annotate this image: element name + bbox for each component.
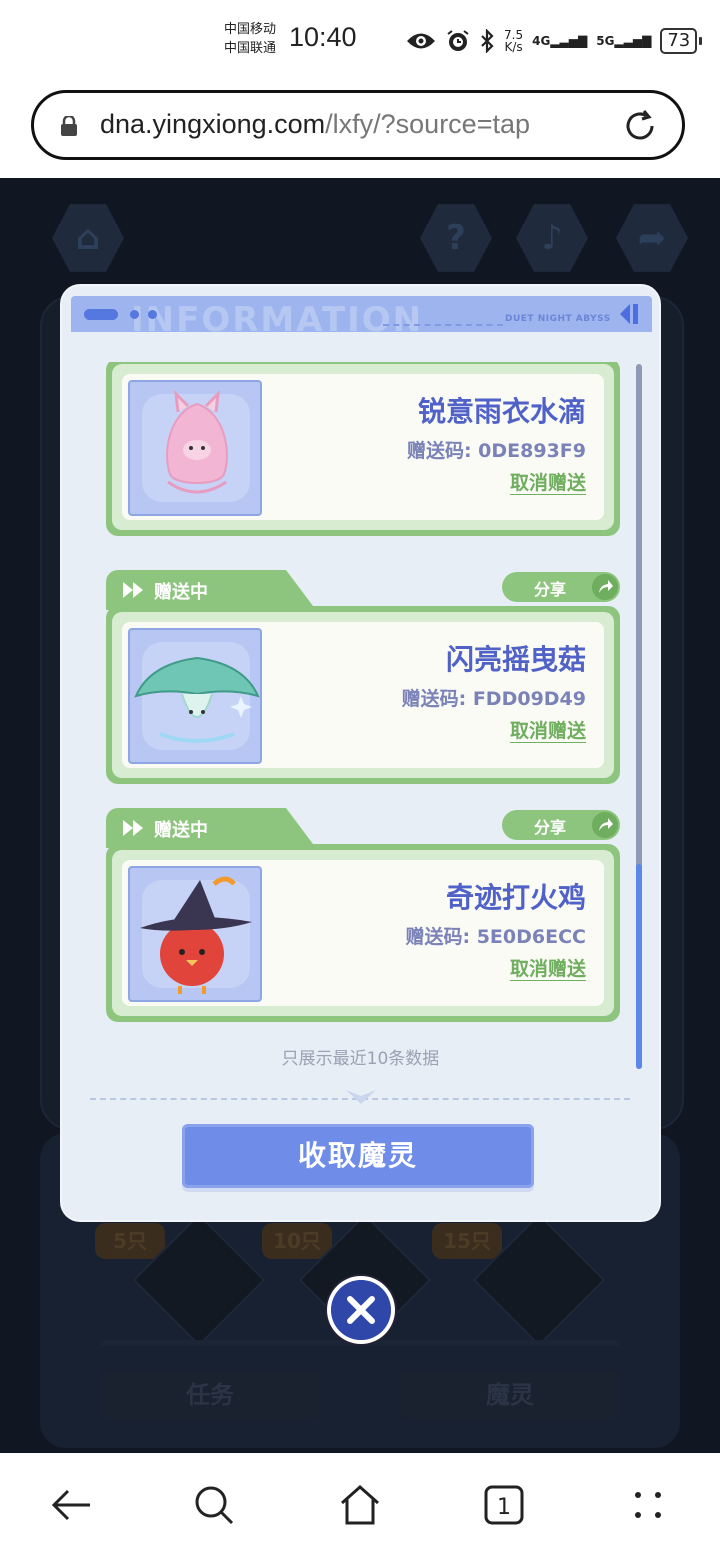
fire-chicken-spirit-image — [140, 876, 252, 994]
url-text[interactable]: dna.yingxiong.com/lxfy/?source=tap — [100, 109, 530, 140]
gift-status: 赠送中 — [154, 582, 208, 603]
milestone-badge: 10只 — [262, 1223, 332, 1259]
gift-name: 锐意雨衣水滴 — [417, 395, 586, 428]
progress-track — [100, 1340, 620, 1346]
tab-spirit: 魔灵 — [400, 1370, 620, 1420]
gift-code: 赠送码: 0DE893F9 — [406, 440, 586, 462]
header-dashes — [383, 324, 503, 326]
home-icon[interactable] — [338, 1483, 382, 1527]
svg-text:1: 1 — [497, 1495, 511, 1520]
music-icon[interactable]: ♪ — [516, 204, 588, 272]
tabs-icon[interactable]: 1 — [482, 1483, 526, 1527]
scrollbar[interactable] — [636, 364, 642, 1069]
browser-bottom-nav: 1 — [0, 1453, 720, 1559]
network-speed: 7.5 K/s — [504, 28, 524, 54]
modal-header: INFORMATION DUET NIGHT ABYSS — [71, 296, 652, 332]
signal-4g: 4G▂▃▅▇ — [532, 34, 588, 48]
game-page: ⌂ ? ♪ ➦ 5只 10只 15只 任务 魔灵 INFORMATION DUE… — [0, 178, 720, 1453]
gift-thumbnail — [128, 866, 262, 1002]
mushroom-spirit-image — [134, 656, 260, 743]
home-icon[interactable]: ⌂ — [52, 204, 124, 272]
gift-card-body: 锐意雨衣水滴 赠送码: 0DE893F9 取消赠送 — [106, 362, 620, 536]
share-button[interactable]: 分享 — [502, 810, 620, 840]
fast-forward-icon — [123, 820, 143, 836]
status-bar: 中国移动 中国联通 10:40 7.5 K/s 4G▂▃▅▇ 5G▂▃▅▇ 73 — [0, 0, 720, 80]
gift-card-body: 闪亮摇曳菇 赠送码: FDD09D49 取消赠送 — [106, 606, 620, 784]
chevron-down-icon — [346, 1090, 376, 1104]
tab-task: 任务 — [100, 1370, 320, 1420]
clock: 10:40 — [289, 22, 357, 52]
gift-name: 奇迹打火鸡 — [445, 881, 586, 914]
header-brand: DUET NIGHT ABYSS — [505, 314, 611, 324]
help-icon[interactable]: ? — [420, 204, 492, 272]
header-dot — [130, 310, 139, 319]
carrier-2: 中国联通 — [224, 41, 277, 56]
share-arrow-icon — [592, 574, 618, 600]
header-watermark: INFORMATION — [131, 300, 424, 332]
gift-thumbnail — [128, 380, 262, 516]
gift-status: 赠送中 — [154, 820, 208, 841]
cancel-gift-link[interactable]: 取消赠送 — [510, 716, 586, 743]
gift-thumbnail — [128, 628, 262, 764]
lock-icon — [61, 116, 77, 136]
status-icons: 7.5 K/s 4G▂▃▅▇ 5G▂▃▅▇ 73 — [405, 24, 703, 58]
share-arrow-icon — [592, 812, 618, 838]
address-bar[interactable]: dna.yingxiong.com/lxfy/?source=tap — [31, 90, 685, 160]
gift-status-tab: 赠送中 — [106, 808, 316, 848]
milestone-badge: 15只 — [432, 1223, 502, 1259]
gift-card: 赠送中 分享 — [106, 570, 620, 784]
gift-list-modal: INFORMATION DUET NIGHT ABYSS 锐意雨衣水滴 赠送码:… — [62, 286, 659, 1220]
raindrop-spirit-image — [166, 389, 228, 494]
gift-status-tab: 赠送中 — [106, 570, 316, 610]
header-dot — [148, 310, 157, 319]
carrier-labels: 中国移动 中国联通 — [224, 20, 276, 58]
carrier-1: 中国移动 — [224, 22, 277, 37]
list-note: 只展示最近10条数据 — [281, 1049, 440, 1069]
reload-icon[interactable] — [622, 108, 658, 144]
more-icon[interactable] — [626, 1483, 670, 1527]
fast-forward-icon — [123, 582, 143, 598]
gift-card-body: 奇迹打火鸡 赠送码: 5E0D6ECC 取消赠送 — [106, 844, 620, 1022]
alarm-icon — [447, 30, 469, 51]
collect-spirit-button[interactable]: 收取魔灵 — [182, 1124, 534, 1188]
gift-name: 闪亮摇曳菇 — [445, 643, 586, 676]
header-pill — [84, 309, 118, 320]
cancel-gift-link[interactable]: 取消赠送 — [510, 468, 586, 495]
bluetooth-icon — [481, 29, 494, 53]
back-icon[interactable] — [50, 1483, 94, 1527]
gift-list[interactable]: 锐意雨衣水滴 赠送码: 0DE893F9 取消赠送 赠送中 分享 闪亮摇曳菇 赠… — [62, 362, 659, 1082]
close-icon[interactable] — [331, 1280, 391, 1340]
share-button[interactable]: 分享 — [502, 572, 620, 602]
gift-card: 锐意雨衣水滴 赠送码: 0DE893F9 取消赠送 — [106, 362, 620, 540]
gift-card: 赠送中 分享 — [106, 808, 620, 1022]
gift-code: 赠送码: 5E0D6ECC — [405, 926, 587, 948]
signal-5g: 5G▂▃▅▇ — [596, 34, 652, 48]
cancel-gift-link[interactable]: 取消赠送 — [510, 954, 586, 981]
scrollbar-thumb[interactable] — [636, 864, 642, 1069]
battery-indicator: 73 — [660, 28, 703, 54]
browser-toolbar: dna.yingxiong.com/lxfy/?source=tap — [0, 80, 720, 178]
share-icon[interactable]: ➦ — [616, 204, 688, 272]
milestone-badge: 5只 — [95, 1223, 165, 1259]
search-icon[interactable] — [192, 1483, 236, 1527]
eye-icon — [407, 33, 435, 49]
gift-code: 赠送码: FDD09D49 — [401, 688, 586, 710]
collapse-icon — [620, 304, 638, 324]
